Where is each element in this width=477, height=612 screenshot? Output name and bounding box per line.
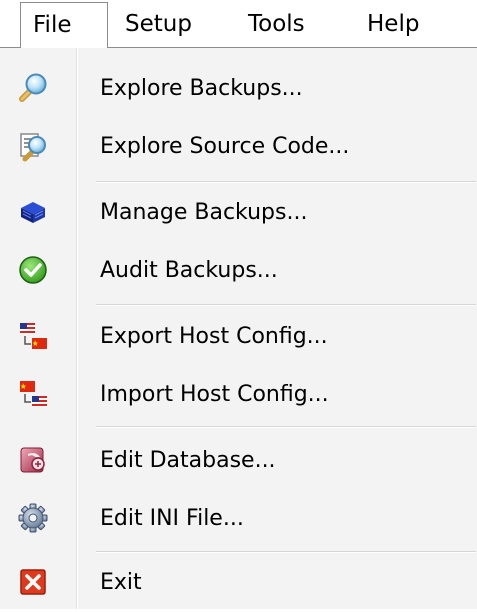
menu-item-explore-source-code[interactable]: Explore Source Code... [0, 118, 477, 176]
menu-item-audit-backups[interactable]: Audit Backups... [0, 242, 477, 300]
menu-setup[interactable]: Setup [113, 2, 204, 48]
menu-item-label: Import Host Config... [100, 382, 329, 407]
menu-bar: File Setup Tools Help [0, 0, 477, 50]
menu-item-label: Exit [100, 570, 142, 595]
menu-item-label: Manage Backups... [100, 200, 308, 225]
source-code-search-icon [20, 133, 46, 162]
backup-stack-icon [21, 202, 45, 223]
magnifier-icon [19, 73, 47, 102]
menu-item-exit[interactable]: Exit [0, 554, 477, 612]
menu-separator [96, 181, 476, 183]
menu-item-export-host-config[interactable]: Export Host Config... [0, 308, 477, 366]
checkmark-circle-icon [19, 256, 47, 284]
menu-item-explore-backups[interactable]: Explore Backups... [0, 60, 477, 118]
menu-item-edit-ini-file[interactable]: Edit INI File... [0, 490, 477, 548]
menu-item-import-host-config[interactable]: Import Host Config... [0, 366, 477, 424]
menu-separator [96, 551, 476, 553]
import-flags-icon [20, 381, 47, 407]
menu-item-label: Edit Database... [100, 448, 276, 473]
gear-icon [18, 503, 48, 533]
menu-item-label: Explore Source Code... [100, 134, 350, 159]
menu-item-label: Explore Backups... [100, 76, 303, 101]
database-icon [20, 447, 45, 473]
menu-item-manage-backups[interactable]: Manage Backups... [0, 184, 477, 242]
menu-separator [96, 426, 476, 428]
export-flags-icon [20, 323, 47, 349]
menu-tools[interactable]: Tools [236, 2, 317, 48]
menu-item-edit-database[interactable]: Edit Database... [0, 432, 477, 490]
menu-item-label: Audit Backups... [100, 258, 278, 283]
file-dropdown-menu: Explore Backups... Explore Source Code..… [0, 47, 477, 609]
menu-separator [96, 304, 476, 306]
close-icon [20, 569, 46, 595]
menu-item-label: Export Host Config... [100, 324, 328, 349]
menu-file[interactable]: File [20, 2, 108, 48]
menu-help[interactable]: Help [355, 2, 431, 48]
menu-item-label: Edit INI File... [100, 506, 244, 531]
